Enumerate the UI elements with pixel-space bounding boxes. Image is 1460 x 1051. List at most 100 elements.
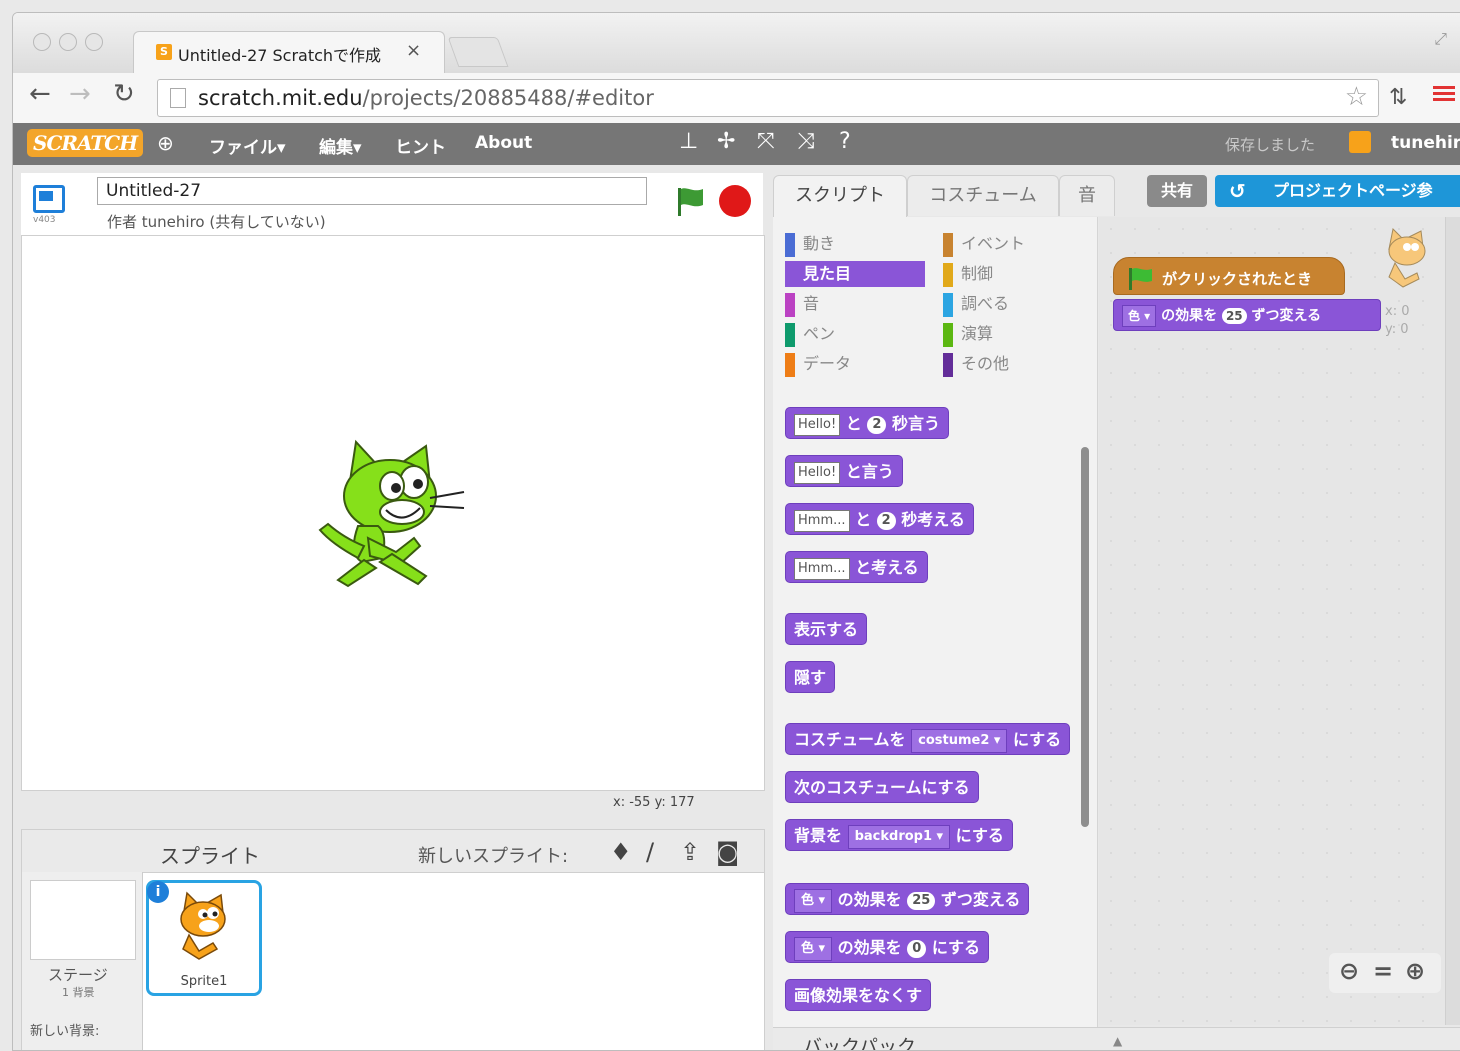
address-bar[interactable]: scratch.mit.edu/projects/20885488/#edito…: [157, 79, 1379, 117]
when-flag-clicked-block[interactable]: がクリックされたとき: [1113, 257, 1345, 295]
block-text: と考える: [855, 558, 919, 577]
choose-sprite-library-icon[interactable]: ♦: [610, 838, 632, 866]
menu-file[interactable]: ファイル▾: [209, 133, 286, 158]
bookmark-star-icon[interactable]: ☆: [1345, 82, 1368, 112]
effect-dropdown[interactable]: 色 ▾: [794, 888, 833, 913]
category-events[interactable]: イベント: [943, 231, 1083, 257]
stage-backdrop-count: 1 背景: [62, 986, 95, 999]
back-arrow-icon[interactable]: ←: [29, 79, 51, 109]
menu-edit[interactable]: 編集▾: [319, 133, 362, 158]
browser-tab[interactable]: S Untitled-27 Scratchで作成 ×: [133, 31, 445, 74]
block-number-input[interactable]: 25: [1221, 308, 1247, 324]
block-input[interactable]: Hmm...: [794, 557, 850, 580]
zoom-in-icon[interactable]: ⊕: [1405, 957, 1425, 985]
upload-sprite-icon[interactable]: ⇪: [680, 838, 700, 866]
category-sensing[interactable]: 調べる: [943, 291, 1083, 317]
delete-scissors-icon[interactable]: ✢: [717, 129, 735, 154]
zoom-out-icon[interactable]: ⊖: [1339, 957, 1359, 985]
costume-dropdown[interactable]: costume2 ▾: [911, 728, 1008, 753]
block-say-for-secs[interactable]: Hello! と 2 秒言う: [785, 407, 949, 439]
project-title-input[interactable]: Untitled-27: [97, 177, 647, 205]
script-area[interactable]: がクリックされたとき 色 ▾ の効果を 25 ずつ変える x: 0 y: 0 ⊖…: [1099, 217, 1460, 1025]
block-input[interactable]: Hello!: [794, 413, 841, 436]
menu-about[interactable]: About: [475, 133, 532, 153]
info-icon[interactable]: i: [147, 881, 169, 903]
effect-dropdown[interactable]: 色 ▾: [1122, 305, 1157, 327]
username[interactable]: tunehiro: [1391, 133, 1460, 153]
grow-icon[interactable]: ⤧: [757, 129, 775, 154]
stage-thumbnail-column: ステージ 1 背景 新しい背景:: [22, 872, 143, 1050]
block-next-costume[interactable]: 次のコスチュームにする: [785, 771, 979, 803]
zoom-reset-icon[interactable]: =: [1373, 957, 1393, 985]
category-swatch: [943, 322, 953, 347]
stage-thumbnail[interactable]: [30, 880, 136, 960]
language-globe-icon[interactable]: ⊕: [157, 131, 174, 155]
block-number-input[interactable]: 0: [907, 939, 927, 958]
url-text[interactable]: scratch.mit.edu/projects/20885488/#edito…: [198, 86, 654, 110]
user-avatar-icon[interactable]: [1349, 131, 1371, 153]
block-input[interactable]: Hmm...: [794, 509, 850, 532]
block-set-effect[interactable]: 色 ▾ の効果を 0 にする: [785, 931, 990, 963]
tab-costumes[interactable]: コスチューム: [907, 175, 1059, 216]
category-data[interactable]: データ: [785, 351, 925, 377]
minimize-window-button[interactable]: [59, 33, 77, 51]
scratch-logo[interactable]: SCRATCH: [27, 129, 144, 157]
category-looks[interactable]: 見た目: [785, 261, 925, 287]
backdrop-dropdown[interactable]: backdrop1 ▾: [847, 824, 951, 849]
block-switch-costume[interactable]: コスチュームを costume2 ▾ にする: [785, 723, 1071, 755]
category-sound[interactable]: 音: [785, 291, 925, 317]
block-hide[interactable]: 隠す: [785, 661, 836, 693]
block-input[interactable]: Hello!: [794, 461, 841, 484]
browser-menu-icon[interactable]: [1433, 83, 1455, 105]
block-show[interactable]: 表示する: [785, 613, 868, 645]
block-number-input[interactable]: 25: [907, 891, 936, 910]
block-number-input[interactable]: 2: [867, 415, 887, 434]
tab-sounds[interactable]: 音: [1059, 175, 1115, 216]
new-tab-button[interactable]: [447, 37, 509, 67]
camera-icon[interactable]: ◙: [716, 838, 739, 866]
close-window-button[interactable]: [33, 33, 51, 51]
block-switch-backdrop[interactable]: 背景を backdrop1 ▾ にする: [785, 819, 1013, 851]
paint-new-sprite-icon[interactable]: /: [646, 838, 654, 866]
green-cat-sprite[interactable]: [318, 434, 468, 594]
block-text: の効果を: [1161, 308, 1218, 324]
category-pen[interactable]: ペン: [785, 321, 925, 347]
sprite-thumbnail[interactable]: i Sprite1: [146, 880, 262, 996]
duplicate-stamp-icon[interactable]: ⊥: [679, 129, 698, 154]
project-page-button[interactable]: ↺ プロジェクトページ参: [1215, 175, 1460, 207]
backpack[interactable]: バックパック ▲: [773, 1027, 1460, 1050]
category-more[interactable]: その他: [943, 351, 1083, 377]
reload-icon[interactable]: ↻: [113, 79, 135, 109]
block-number-input[interactable]: 2: [876, 511, 896, 530]
zoom-window-button[interactable]: [85, 33, 103, 51]
block-think-for-secs[interactable]: Hmm... と 2 秒考える: [785, 503, 974, 535]
tab-scripts[interactable]: スクリプト: [773, 175, 907, 218]
stop-sign-icon[interactable]: [719, 185, 751, 217]
stage-canvas[interactable]: [21, 235, 765, 791]
stage-size-toggle-icon[interactable]: [33, 185, 65, 213]
block-say[interactable]: Hello! と言う: [785, 455, 903, 487]
shrink-icon[interactable]: ⤨: [797, 129, 815, 154]
category-operators[interactable]: 演算: [943, 321, 1083, 347]
menu-tips[interactable]: ヒント: [395, 133, 446, 158]
new-sprite-label: 新しいスプライト:: [418, 846, 569, 867]
effect-dropdown[interactable]: 色 ▾: [794, 936, 833, 961]
forward-arrow-icon[interactable]: →: [69, 79, 91, 109]
translate-extension-icon[interactable]: ⇅: [1389, 85, 1407, 110]
tab-close-icon[interactable]: ×: [406, 40, 421, 61]
palette-scrollbar[interactable]: [1081, 447, 1089, 827]
block-change-effect[interactable]: 色 ▾ の効果を 25 ずつ変える: [785, 883, 1030, 915]
block-text: と言う: [845, 462, 894, 481]
fullscreen-icon[interactable]: ⤢: [1434, 29, 1447, 49]
green-flag-icon[interactable]: [673, 185, 707, 219]
backpack-expand-icon[interactable]: ▲: [1113, 1034, 1122, 1048]
script-change-effect-block[interactable]: 色 ▾ の効果を 25 ずつ変える: [1113, 299, 1381, 331]
category-label: 演算: [961, 324, 994, 343]
share-button[interactable]: 共有: [1147, 175, 1207, 207]
category-control[interactable]: 制御: [943, 261, 1083, 287]
help-icon[interactable]: ?: [839, 129, 851, 154]
block-think[interactable]: Hmm... と考える: [785, 551, 928, 583]
block-clear-effects[interactable]: 画像効果をなくす: [785, 979, 932, 1011]
category-motion[interactable]: 動き: [785, 231, 925, 257]
script-area-scrollbar[interactable]: [1445, 217, 1460, 1025]
